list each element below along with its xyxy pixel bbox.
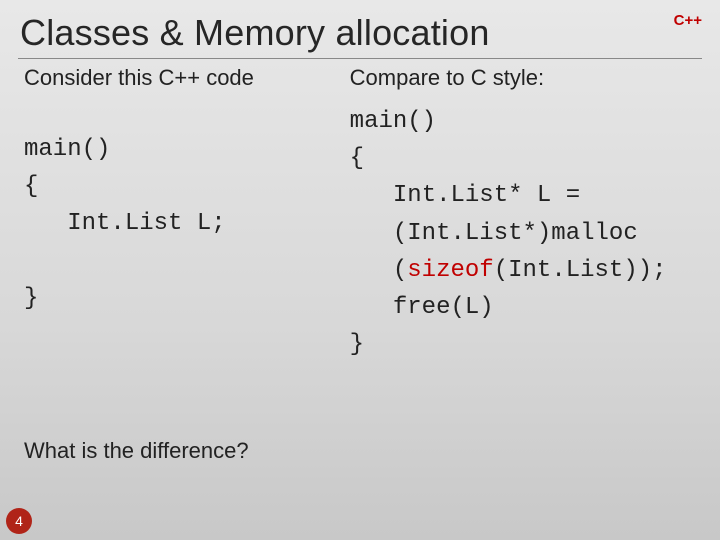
code-line: main()	[350, 108, 436, 135]
content-row: Consider this C++ code main() { Int.List…	[6, 65, 714, 363]
code-line: (sizeof(Int.List));	[350, 257, 667, 284]
left-column: Consider this C++ code main() { Int.List…	[6, 65, 332, 363]
code-line: Int.List L;	[24, 210, 226, 237]
left-code-block: main() { Int.List L; }	[24, 131, 320, 317]
right-code-block: main() { Int.List* L = (Int.List*)malloc…	[350, 103, 702, 363]
code-line: Int.List* L =	[350, 182, 580, 209]
right-column: Compare to C style: main() { Int.List* L…	[332, 65, 714, 363]
code-line: {	[24, 173, 38, 200]
code-line: }	[24, 285, 38, 312]
left-subhead: Consider this C++ code	[24, 65, 320, 91]
slide: C++ Classes & Memory allocation Consider…	[6, 6, 714, 534]
code-line: free(L)	[350, 294, 494, 321]
keyword-sizeof: sizeof	[407, 257, 493, 284]
title-rule	[18, 58, 702, 59]
language-tag: C++	[674, 12, 702, 29]
code-line: main()	[24, 136, 110, 163]
code-line: (Int.List*)malloc	[350, 220, 638, 247]
code-line: {	[350, 145, 364, 172]
footer-question: What is the difference?	[24, 438, 249, 464]
slide-title: Classes & Memory allocation	[6, 6, 714, 54]
code-line: }	[350, 331, 364, 358]
right-subhead: Compare to C style:	[350, 65, 702, 91]
page-number-badge: 4	[6, 508, 32, 534]
